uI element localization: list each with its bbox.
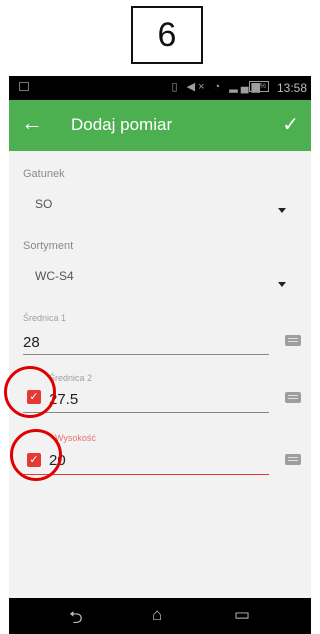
keyboard-icon[interactable]: [285, 454, 301, 465]
step-number: 6: [157, 15, 177, 54]
keyboard-icon[interactable]: [285, 392, 301, 403]
check-icon[interactable]: ✓: [282, 112, 299, 137]
srednica1-label: Średnica 1: [23, 313, 67, 323]
back-arrow-icon[interactable]: ←: [21, 112, 43, 134]
status-bar: ▯ ◀× ◔ ▂▄▆ 57% 13:58: [9, 76, 311, 100]
srednica1-input[interactable]: 28: [23, 334, 40, 351]
highlight-circle: [10, 429, 62, 481]
battery-icon: 57%: [249, 81, 269, 92]
srednica1-underline: [23, 354, 269, 355]
notification-icon: [19, 82, 29, 91]
wysokosc-label: Wysokość: [55, 433, 96, 443]
sortyment-dropdown-value[interactable]: WC-S4: [35, 269, 74, 283]
nav-back-icon[interactable]: ⮌: [69, 605, 83, 634]
gatunek-dropdown-value[interactable]: SO: [35, 197, 52, 211]
nav-home-icon[interactable]: ⌂: [152, 605, 162, 625]
system-nav-bar: ⮌ ⌂ ▭: [9, 598, 311, 634]
srednica2-underline: [23, 412, 269, 413]
sortyment-label: Sortyment: [23, 240, 74, 252]
nav-recent-icon[interactable]: ▭: [234, 605, 250, 625]
gatunek-label: Gatunek: [23, 168, 65, 180]
highlight-circle: [4, 366, 56, 418]
page-title: Dodaj pomiar: [71, 115, 173, 134]
keyboard-icon[interactable]: [285, 335, 301, 346]
sortyment-dropdown-arrow-icon[interactable]: [278, 282, 286, 287]
phone-screen: ▯ ◀× ◔ ▂▄▆ 57% 13:58 ← Dodaj pomiar ✓ Ga…: [9, 76, 311, 634]
srednica2-label: Średnica 2: [49, 373, 93, 383]
app-bar: ← Dodaj pomiar ✓: [9, 100, 311, 151]
wysokosc-underline: [23, 474, 269, 475]
gatunek-dropdown-arrow-icon[interactable]: [278, 208, 286, 213]
step-number-box: 6: [131, 6, 203, 64]
clock: 13:58: [276, 81, 307, 95]
